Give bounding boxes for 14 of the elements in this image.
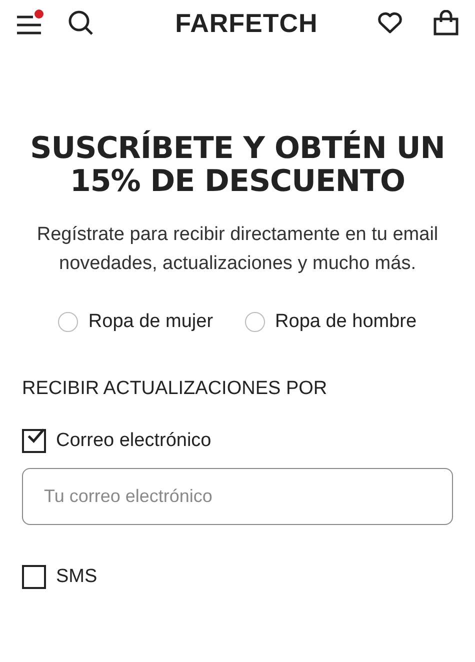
- promo-description: Regístrate para recibir directamente en tu email novedades, actualizaciones y mucho más.: [36, 223, 440, 276]
- section-heading: RECIBIR ACTUALIZACIONES POR: [22, 376, 328, 400]
- shopping-bag-icon[interactable]: [432, 10, 459, 36]
- search-icon[interactable]: [68, 10, 94, 36]
- heart-icon[interactable]: [376, 11, 403, 35]
- promo-title: SUSCRÍBETE Y OBTÉN UN 15% DE DESCUENTO: [29, 132, 446, 198]
- radio-option[interactable]: Ropa de hombre: [245, 308, 417, 336]
- checkbox-label: Correo electrónico: [56, 429, 212, 453]
- email-input-field[interactable]: Tu correo electrónico: [22, 468, 453, 524]
- checkbox[interactable]: [22, 564, 46, 589]
- checkbox[interactable]: [22, 429, 46, 454]
- logo[interactable]: FARFETCH: [175, 4, 318, 42]
- radio-option[interactable]: Ropa de mujer: [58, 308, 214, 336]
- checkbox-label: SMS: [56, 564, 98, 588]
